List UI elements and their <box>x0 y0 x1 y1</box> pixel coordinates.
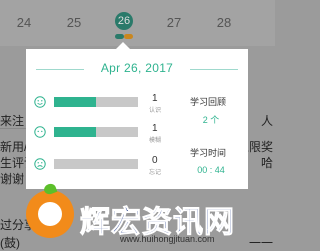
watermark-url: www.huihongjituan.com <box>120 234 215 244</box>
progress-bar <box>54 97 138 107</box>
day-marker-dots <box>115 34 133 39</box>
calendar-day[interactable]: 24 <box>12 15 36 30</box>
calendar-day[interactable]: 25 <box>62 15 86 30</box>
bg-text: 人 <box>260 114 273 128</box>
bg-text: 哈 <box>260 156 273 170</box>
bg-text: 来注 <box>0 114 25 128</box>
time-label: 学习时间 <box>190 148 227 158</box>
bg-text: 一一 <box>248 236 273 250</box>
divider <box>36 69 84 70</box>
progress-fill <box>54 97 96 107</box>
progress-bar <box>54 127 138 137</box>
divider <box>0 128 28 129</box>
calendar-day[interactable]: 28 <box>212 15 236 30</box>
calendar-day[interactable]: 27 <box>162 15 186 30</box>
review-value: 2 个 <box>202 115 220 125</box>
happy-face-icon <box>34 96 46 108</box>
neutral-face-icon <box>34 126 46 138</box>
date-header: Apr 26, 2017 <box>26 61 248 77</box>
popup-arrow <box>116 42 130 49</box>
stat-row-known: 1 认识 <box>34 93 184 115</box>
day-stats-popup[interactable]: Apr 26, 2017 1 认识 1 模糊 0 忘记 学习回顾 2 个 学习时… <box>26 49 248 189</box>
stat-row-forgot: 0 忘记 <box>34 155 184 177</box>
bg-text: 新用/ <box>0 140 28 154</box>
watermark-logo <box>26 182 74 238</box>
calendar-day-selected[interactable]: 26 <box>115 12 133 30</box>
row-count: 0 <box>152 155 158 166</box>
bg-text: (鼓) <box>0 236 20 250</box>
time-value: 00 : 44 <box>197 165 225 175</box>
row-sublabel: 忘记 <box>149 170 162 176</box>
row-sublabel: 模糊 <box>149 138 162 144</box>
stat-row-fuzzy: 1 模糊 <box>34 123 184 145</box>
row-count: 1 <box>152 93 158 104</box>
row-sublabel: 认识 <box>149 108 162 114</box>
progress-bar <box>54 159 138 169</box>
divider <box>190 69 238 70</box>
progress-fill <box>54 127 96 137</box>
sad-face-icon <box>34 158 46 170</box>
review-label: 学习回顾 <box>190 97 227 107</box>
popup-date: Apr 26, 2017 <box>100 61 174 75</box>
row-count: 1 <box>152 123 158 134</box>
calendar-strip: 24 25 26 27 28 <box>0 0 275 46</box>
